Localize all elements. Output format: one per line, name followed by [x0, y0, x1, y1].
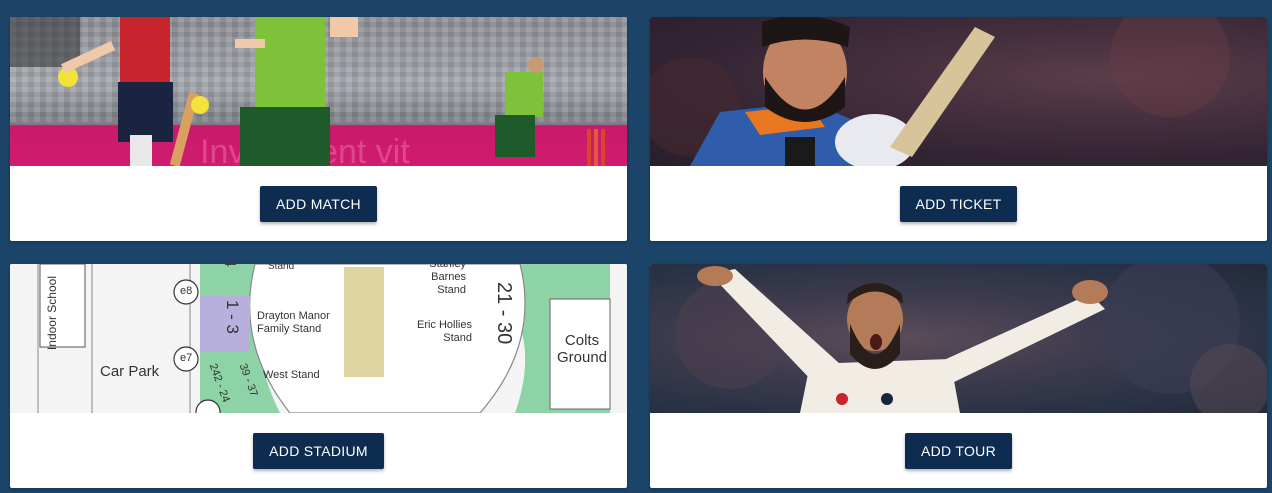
map-label-gate-e8: e8 — [180, 285, 193, 297]
add-match-button[interactable]: ADD MATCH — [260, 185, 377, 222]
add-stadium-button[interactable]: ADD STADIUM — [253, 432, 384, 469]
map-label-block-1-3: 1 - 3 — [223, 300, 242, 335]
map-label-eric-hollies: Eric Hollies Stand — [416, 319, 472, 344]
batsman-celebration-photo — [650, 17, 1267, 166]
add-ticket-card: ADD TICKET — [650, 17, 1267, 241]
bowler-celebration-photo — [650, 264, 1267, 413]
add-ticket-button[interactable]: ADD TICKET — [899, 185, 1018, 222]
add-tour-card: ADD TOUR — [650, 264, 1267, 488]
map-label-gate-e7: e7 — [180, 352, 193, 364]
add-tour-button[interactable]: ADD TOUR — [904, 432, 1012, 469]
cricket-match-photo: Investment vit — [10, 17, 627, 166]
map-label-car-park: Car Park — [100, 363, 160, 380]
map-label-drayton-manor: Drayton Manor Family Stand — [257, 310, 330, 335]
map-label-stand-top: Stand — [268, 264, 295, 272]
map-label-colts-ground: Colts Ground — [556, 332, 608, 366]
stadium-map-image: e8 e7 Indoor School Car Park Stand Drayt… — [10, 264, 627, 413]
add-stadium-card: e8 e7 Indoor School Car Park Stand Drayt… — [10, 264, 627, 488]
map-label-block-21-30: 21 - 30 — [493, 282, 515, 345]
map-label-indoor-school: Indoor School — [45, 276, 59, 351]
map-label-west-stand: West Stand — [263, 369, 320, 381]
add-match-card: Investment vit ADD MATCH — [10, 17, 627, 241]
map-label-stanley-barnes: Stanley Barnes Stand — [429, 264, 466, 296]
map-label-block-4: 4 — [220, 264, 238, 267]
